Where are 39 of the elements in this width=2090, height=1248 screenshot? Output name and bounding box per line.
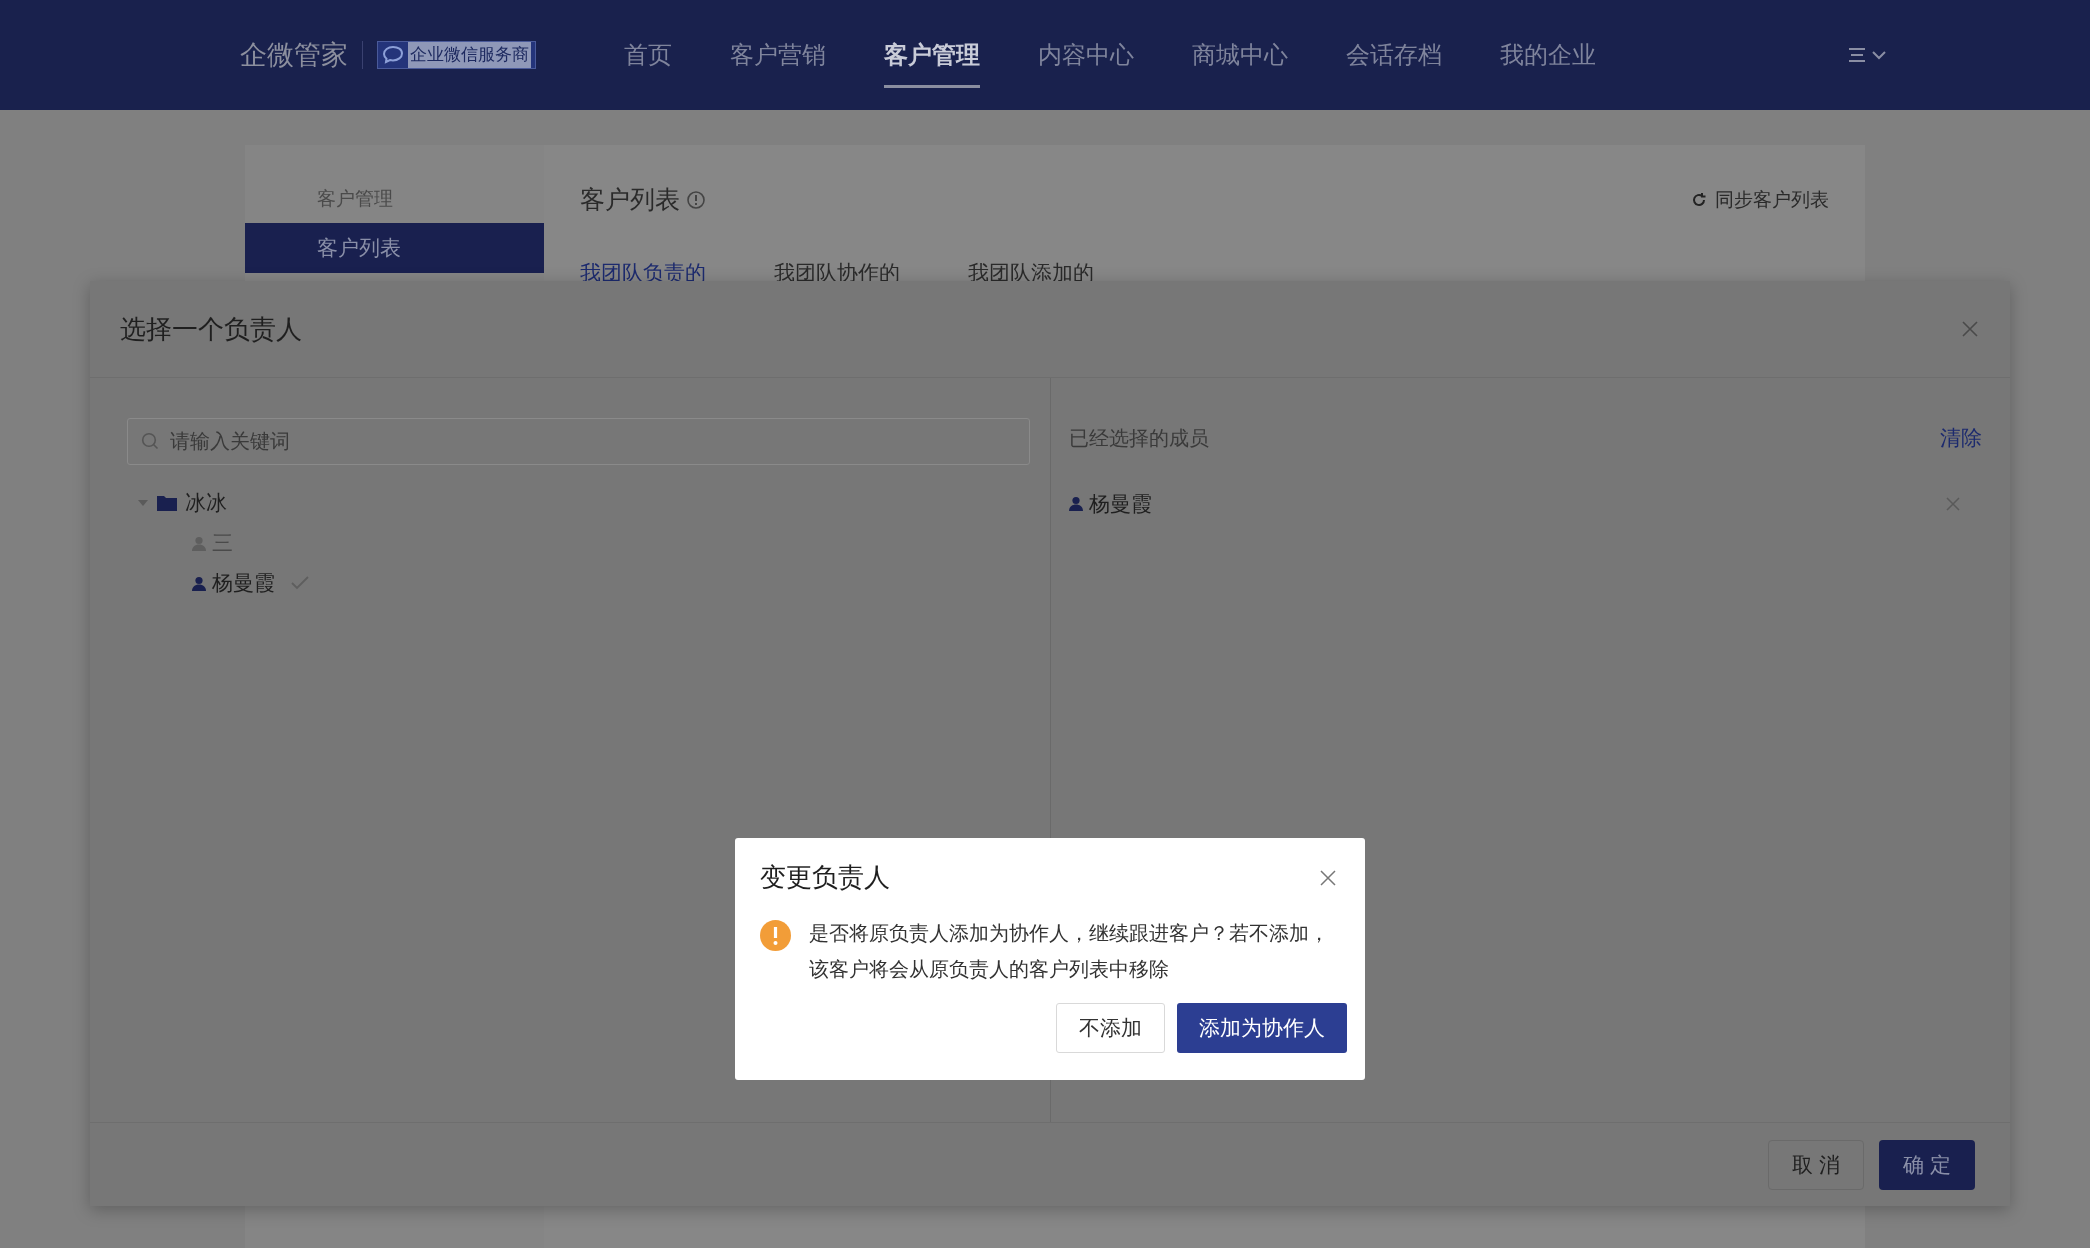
nav-tab[interactable]: 首页 xyxy=(624,0,672,110)
sidebar-item[interactable]: 客户列表 xyxy=(245,223,544,273)
nav-tab[interactable]: 客户营销 xyxy=(730,0,826,110)
chat-bubble-icon xyxy=(382,45,404,65)
decline-button[interactable]: 不添加 xyxy=(1056,1003,1165,1053)
nav-tab[interactable]: 内容中心 xyxy=(1038,0,1134,110)
add-collaborator-button[interactable]: 添加为协作人 xyxy=(1177,1003,1347,1053)
info-icon xyxy=(686,189,706,210)
person-icon xyxy=(192,535,206,551)
tree-item[interactable]: 冰冰 xyxy=(185,487,227,519)
nav-tab[interactable]: 会话存档 xyxy=(1346,0,1442,110)
person-icon xyxy=(1069,496,1083,511)
sync-button[interactable]: 同步客户列表 xyxy=(1691,185,1829,214)
panel-title: 已经选择的成员 xyxy=(1069,425,1209,451)
confirm-button[interactable]: 确 定 xyxy=(1879,1139,1975,1190)
dialog-title: 变更负责人 xyxy=(760,861,890,894)
tree-member[interactable]: 杨曼霞 xyxy=(127,563,1030,603)
search-field[interactable]: 请输入关键词 xyxy=(127,418,1030,465)
person-icon xyxy=(192,575,206,591)
close-icon[interactable] xyxy=(1962,321,1978,337)
close-icon[interactable] xyxy=(1320,869,1336,886)
expand-caret-icon[interactable] xyxy=(137,498,149,508)
service-badge: 企业微信服务商 xyxy=(377,41,536,69)
warning-icon xyxy=(760,920,791,951)
search-icon xyxy=(141,432,159,450)
clear-link[interactable]: 清除 xyxy=(1940,422,1982,454)
nav-tab[interactable]: 我的企业 xyxy=(1500,0,1596,110)
logo-text: 企微管家 xyxy=(240,38,348,72)
page-title: 客户列表 xyxy=(580,184,680,215)
sidebar-section-title: 客户管理 xyxy=(316,187,394,211)
remove-icon[interactable] xyxy=(1946,496,1960,511)
selected-member: 杨曼霞 xyxy=(1089,490,1152,517)
nav-tab[interactable]: 商城中心 xyxy=(1192,0,1288,110)
nav-tab[interactable]: 客户管理 xyxy=(884,0,980,110)
modal-title: 选择一个负责人 xyxy=(120,312,302,346)
refresh-icon xyxy=(1691,191,1707,208)
folder-icon xyxy=(157,495,177,511)
dialog-message: 是否将原负责人添加为协作人，继续跟进客户？若不添加，该客户将会从原负责人的客户列表中移除 xyxy=(809,921,1329,982)
cancel-button[interactable]: 取 消 xyxy=(1768,1139,1864,1190)
